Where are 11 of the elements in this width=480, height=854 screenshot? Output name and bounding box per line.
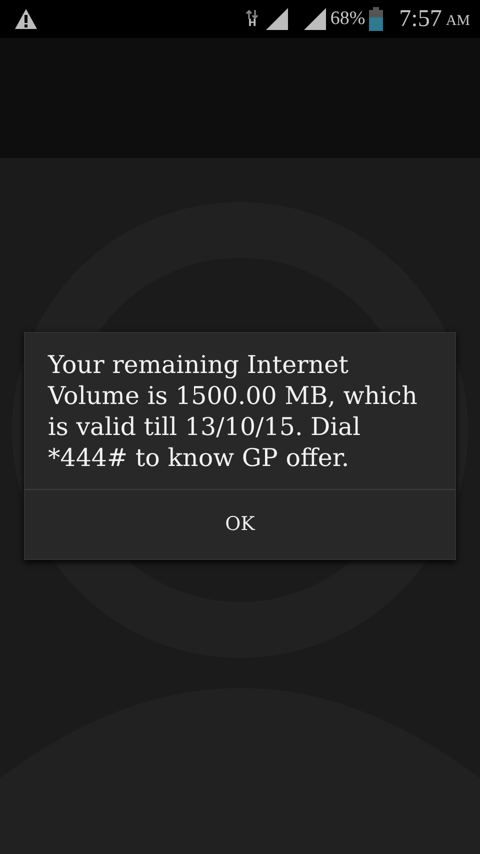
data-arrows-icon	[246, 10, 258, 18]
clock-time: 7:57	[399, 5, 442, 34]
battery-icon	[369, 7, 384, 31]
ok-button[interactable]: OK	[25, 489, 455, 559]
network-type-label: H	[248, 18, 257, 28]
signal-icon	[304, 8, 326, 30]
clock-period: AM	[446, 12, 470, 31]
dialog-message: Your remaining Internet Volume is 1500.00 MB, which is valid till 13/10/15. Dial *444# to know GP offer.	[46, 349, 418, 474]
signal-icon	[266, 8, 288, 30]
warning-icon[interactable]	[14, 8, 38, 30]
battery-percent: 68%	[330, 6, 366, 31]
